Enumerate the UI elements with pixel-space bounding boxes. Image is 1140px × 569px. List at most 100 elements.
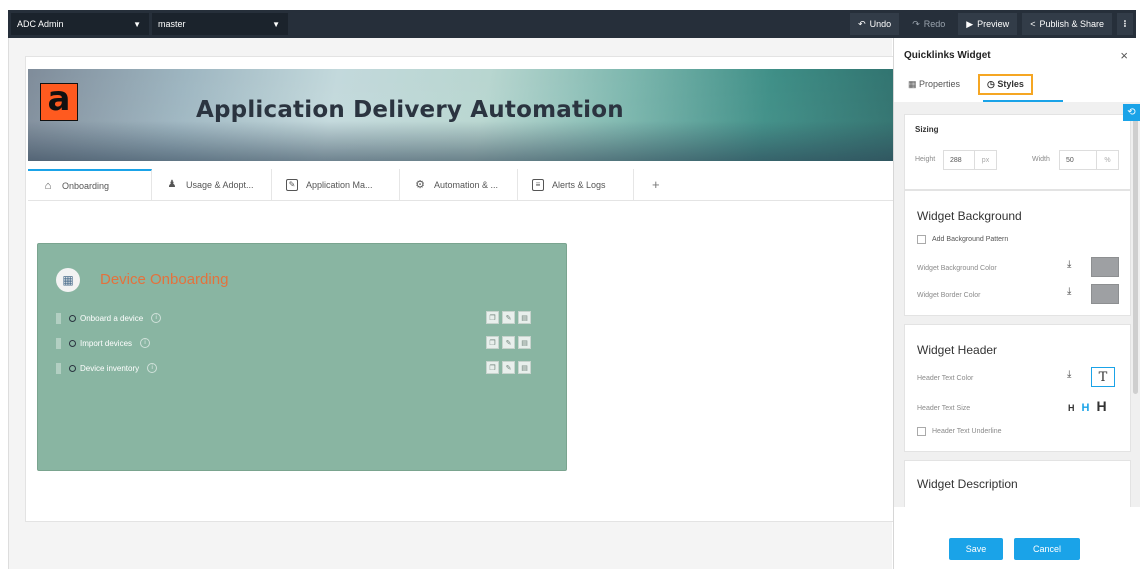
size-medium-option[interactable]: H [1082, 402, 1090, 414]
quicklink-label: Import devices [80, 338, 133, 348]
tab-onboarding[interactable]: ⌂ Onboarding [28, 169, 152, 200]
header-size-options: H H H [1061, 398, 1107, 414]
gear-icon: ⚙ [415, 179, 425, 191]
tab-alerts-logs[interactable]: ≡ Alerts & Logs [518, 169, 634, 200]
more-icon: ⁝ [1123, 18, 1127, 30]
sizing-label: Sizing [915, 125, 939, 134]
toolbar-actions: ↶ Undo ↷ Redo ▶ Preview < Publish & Shar… [845, 10, 1136, 38]
tab-label: Automation & ... [434, 179, 499, 190]
pattern-label: Add Background Pattern [932, 236, 1009, 243]
widget-header-card: Widget Header Header Text Color ⤓ T Head… [904, 324, 1131, 452]
more-menu-button[interactable]: ⁝ [1117, 13, 1133, 35]
app-logo: a [40, 82, 78, 121]
plus-icon: + [652, 177, 660, 192]
widget-title: Device Onboarding [100, 271, 229, 288]
page-title: Application Delivery Automation [196, 97, 624, 123]
width-input[interactable]: 50 [1059, 150, 1097, 170]
reset-color-icon[interactable]: ⤓ [1067, 286, 1071, 297]
quicklink-item[interactable]: Onboard a device i [56, 311, 162, 325]
edit-icon[interactable]: ✎ [502, 361, 515, 374]
play-icon: ▶ [966, 18, 974, 29]
panel-tabs: ▦ Properties ◷ Styles [904, 74, 1033, 95]
undo-button[interactable]: ↶ Undo [850, 13, 900, 35]
tab-styles[interactable]: ◷ Styles [978, 74, 1033, 95]
tab-usage-adoption[interactable]: ♟ Usage & Adopt... [152, 169, 272, 200]
section-title: Widget Background [917, 209, 1022, 223]
text-color-picker[interactable]: T [1091, 367, 1115, 387]
quicklink-item[interactable]: Import devices i [56, 336, 151, 350]
branch-select[interactable]: master ▼ [152, 13, 288, 35]
quicklink-label: Device inventory [80, 363, 140, 373]
delete-icon[interactable]: ▤ [518, 361, 531, 374]
page-banner: a Application Delivery Automation [28, 69, 900, 161]
copy-icon[interactable]: ❐ [486, 361, 499, 374]
info-icon[interactable]: i [151, 313, 162, 323]
info-icon[interactable]: i [140, 338, 151, 348]
onboarding-icon: ▦ [56, 268, 80, 292]
add-tab-button[interactable]: + [634, 169, 678, 200]
banner-decoration [28, 121, 900, 161]
drag-handle[interactable] [56, 312, 61, 324]
copy-icon[interactable]: ❐ [486, 311, 499, 324]
save-button[interactable]: Save [949, 538, 1003, 560]
tab-label: Onboarding [62, 180, 110, 191]
redo-button[interactable]: ↷ Redo [904, 13, 953, 35]
tab-label: Styles [997, 79, 1024, 89]
top-toolbar: ADC Admin ▼ master ▼ ↶ Undo ↷ Redo ▶ Pre… [0, 0, 1140, 38]
tab-application-management[interactable]: ✎ Application Ma... [272, 169, 400, 200]
collapse-panel-icon[interactable]: ⟲ [1123, 104, 1140, 121]
users-icon: ♟ [167, 179, 177, 190]
width-label: Width [1032, 156, 1050, 163]
org-select[interactable]: ADC Admin ▼ [11, 13, 149, 35]
undo-label: Undo [869, 19, 892, 29]
delete-icon[interactable]: ▤ [518, 311, 531, 324]
scrollbar[interactable] [1133, 114, 1138, 394]
styles-scroll-area[interactable]: Sizing Height 288 px Width 50 % Widget B… [894, 102, 1140, 507]
copy-icon[interactable]: ❐ [486, 336, 499, 349]
tab-label: Application Ma... [306, 179, 373, 190]
preview-button[interactable]: ▶ Preview [958, 13, 1018, 35]
redo-label: Redo [923, 19, 946, 29]
tab-automation[interactable]: ⚙ Automation & ... [400, 169, 518, 200]
size-large-option[interactable]: H [1096, 398, 1106, 414]
quicklink-actions: ❐ ✎ ▤ [486, 361, 534, 374]
link-bullet-icon [69, 314, 76, 322]
drag-handle[interactable] [56, 337, 61, 349]
publish-share-button[interactable]: < Publish & Share [1022, 13, 1112, 35]
redo-icon: ↷ [912, 18, 920, 29]
dashboard-page: a Application Delivery Automation ⌂ Onbo… [25, 56, 901, 522]
chevron-down-icon: ▼ [133, 19, 141, 29]
header-underline-row[interactable]: Header Text Underline [917, 427, 1002, 436]
reset-color-icon[interactable]: ⤓ [1067, 369, 1071, 380]
dashboard-tabs: ⌂ Onboarding ♟ Usage & Adopt... ✎ Applic… [28, 169, 900, 201]
sizing-card: Sizing Height 288 px Width 50 % [904, 114, 1131, 190]
quicklinks-widget[interactable]: ▦ Device Onboarding Onboard a device i ❐… [37, 243, 567, 471]
underline-label: Header Text Underline [932, 428, 1002, 435]
size-small-option[interactable]: H [1068, 403, 1075, 413]
quicklink-label: Onboard a device [80, 313, 144, 323]
close-icon[interactable]: × [1120, 48, 1128, 63]
edit-icon[interactable]: ✎ [502, 336, 515, 349]
panel-footer: Save Cancel [894, 507, 1140, 569]
underline-checkbox[interactable] [917, 427, 926, 436]
pattern-checkbox[interactable] [917, 235, 926, 244]
reset-color-icon[interactable]: ⤓ [1067, 259, 1071, 270]
quicklink-item[interactable]: Device inventory i [56, 361, 158, 375]
branch-select-value: master [158, 19, 186, 29]
delete-icon[interactable]: ▤ [518, 336, 531, 349]
header-text-color-label: Header Text Color [917, 375, 974, 382]
link-bullet-icon [69, 364, 76, 372]
doc-icon: ≡ [532, 178, 544, 191]
edit-icon[interactable]: ✎ [502, 311, 515, 324]
border-color-swatch[interactable] [1091, 284, 1119, 304]
height-input[interactable]: 288 [943, 150, 975, 170]
info-icon[interactable]: i [147, 363, 158, 373]
cancel-button[interactable]: Cancel [1014, 538, 1080, 560]
drag-handle[interactable] [56, 362, 61, 374]
tab-properties[interactable]: ▦ Properties [904, 77, 964, 92]
tab-label: Properties [919, 79, 961, 89]
border-color-label: Widget Border Color [917, 292, 981, 299]
edit-doc-icon: ✎ [286, 178, 298, 191]
bg-color-swatch[interactable] [1091, 257, 1119, 277]
background-pattern-row[interactable]: Add Background Pattern [917, 235, 1008, 244]
